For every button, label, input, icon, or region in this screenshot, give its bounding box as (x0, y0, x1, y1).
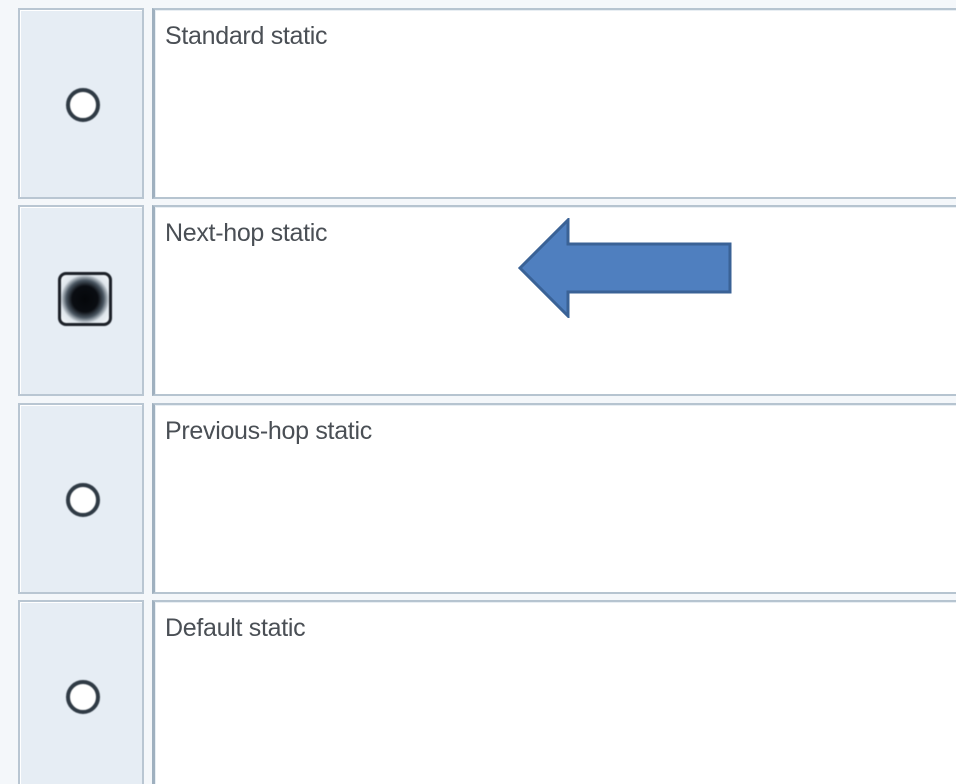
option-label-cell: Standard static (152, 8, 956, 199)
radio-button-selected[interactable] (58, 272, 112, 326)
option-label: Next-hop static (165, 219, 328, 247)
quiz-answer-panel: Standard static Next-hop static Previous… (0, 0, 956, 784)
option-label-cell: Default static (152, 600, 956, 784)
routing-option-list: Standard static Next-hop static Previous… (0, 0, 956, 784)
radio-cell[interactable] (18, 403, 144, 594)
option-label: Previous-hop static (165, 417, 372, 445)
radio-cell[interactable] (18, 8, 144, 199)
option-row-standard-static[interactable]: Standard static (18, 8, 956, 199)
option-row-previous-hop-static[interactable]: Previous-hop static (18, 403, 956, 594)
option-row-default-static[interactable]: Default static (18, 600, 956, 784)
left-arrow-icon (518, 218, 732, 318)
option-label: Standard static (165, 22, 328, 50)
option-label-cell: Previous-hop static (152, 403, 956, 594)
radio-button-unselected[interactable] (66, 88, 100, 122)
option-row-next-hop-static[interactable]: Next-hop static (18, 205, 956, 396)
radio-cell[interactable] (18, 600, 144, 784)
radio-button-unselected[interactable] (66, 680, 100, 714)
radio-button-unselected[interactable] (66, 483, 100, 517)
option-label: Default static (165, 614, 306, 642)
radio-cell[interactable] (18, 205, 144, 396)
